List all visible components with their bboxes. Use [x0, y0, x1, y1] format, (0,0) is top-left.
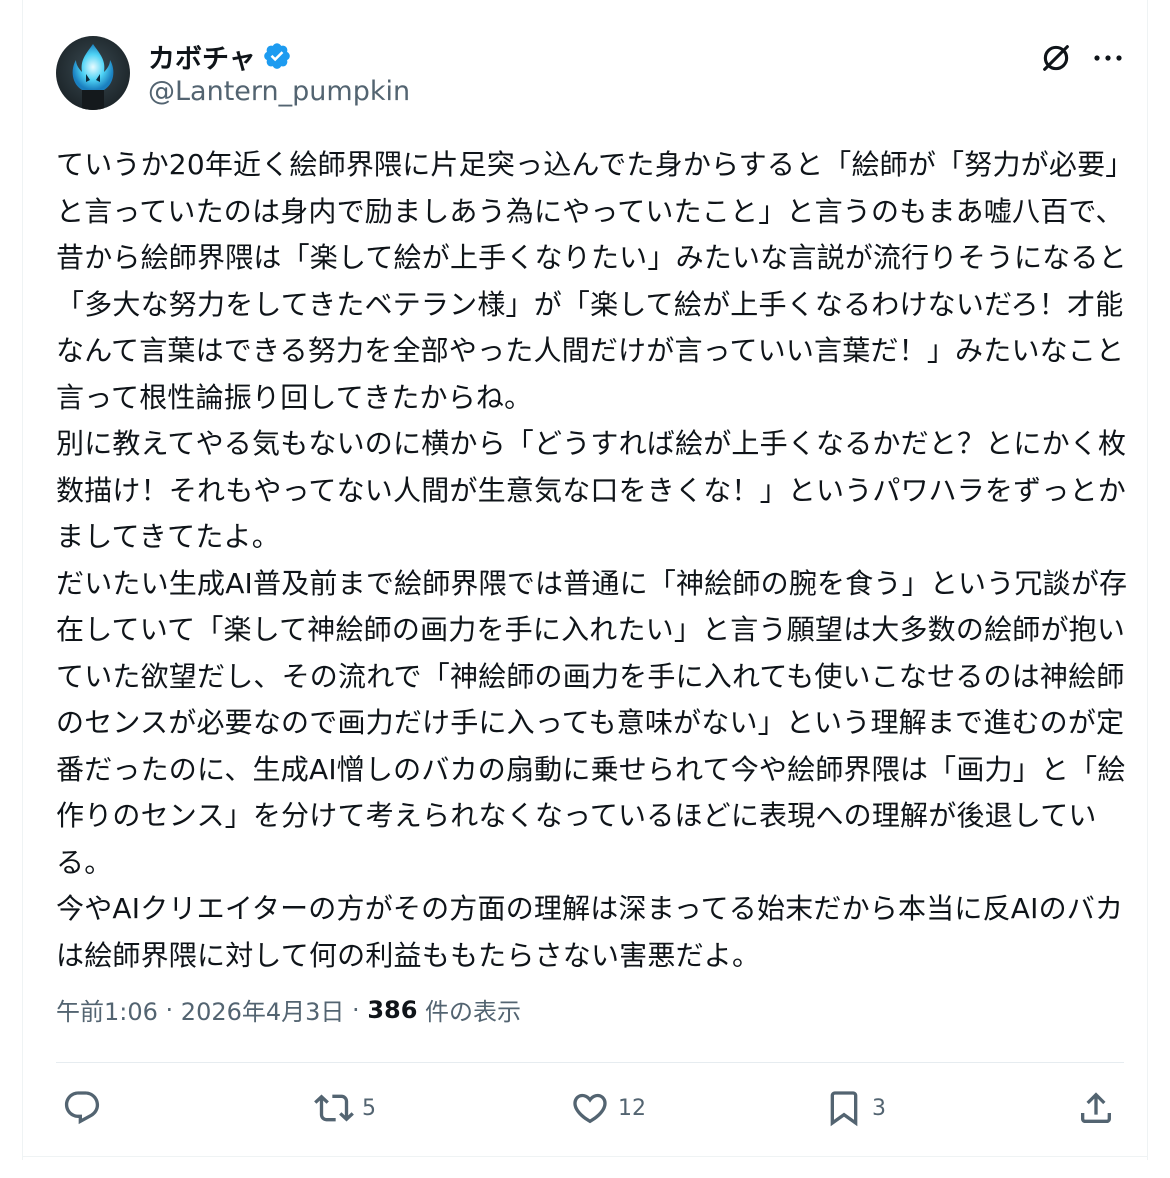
repost-icon	[314, 1094, 354, 1122]
views-label: 件の表示	[417, 998, 522, 1026]
post-meta: 午前1:06 · 2026年4月3日 · 386 件の表示	[56, 992, 521, 1027]
bookmark-count: 3	[872, 1095, 886, 1121]
card-bottom-border	[22, 1156, 1148, 1157]
reply-icon	[64, 1091, 100, 1125]
like-button[interactable]: 12	[570, 1086, 646, 1130]
grok-icon[interactable]	[1036, 38, 1076, 78]
share-icon	[1081, 1092, 1111, 1123]
meta-separator: ·	[157, 995, 181, 1024]
user-name-row[interactable]: カボチャ	[148, 36, 292, 76]
user-handle[interactable]: @Lantern_pumpkin	[148, 76, 410, 107]
meta-separator: ·	[344, 995, 368, 1024]
display-name[interactable]: カボチャ	[148, 37, 256, 76]
more-dots-icon[interactable]	[1088, 38, 1128, 78]
bookmark-button[interactable]: 3	[824, 1086, 886, 1130]
reply-button[interactable]	[62, 1086, 110, 1130]
repost-count: 5	[362, 1095, 376, 1121]
blue-flame-avatar-icon	[56, 36, 130, 110]
post-date[interactable]: 2026年4月3日	[181, 992, 345, 1027]
heart-icon	[573, 1093, 607, 1124]
bookmark-icon	[830, 1091, 858, 1127]
like-count: 12	[618, 1095, 646, 1121]
share-button[interactable]	[1076, 1086, 1124, 1130]
post-time[interactable]: 午前1:06	[56, 992, 158, 1027]
verified-badge-icon	[262, 41, 292, 71]
divider	[56, 1062, 1124, 1063]
post-text: ていうか20年近く絵師界隈に片足突っ込んでた身からすると「絵師が「努力が必要」と…	[56, 148, 1134, 972]
avatar[interactable]	[56, 36, 130, 110]
views-count: 386	[367, 995, 418, 1024]
repost-button[interactable]: 5	[314, 1086, 376, 1130]
